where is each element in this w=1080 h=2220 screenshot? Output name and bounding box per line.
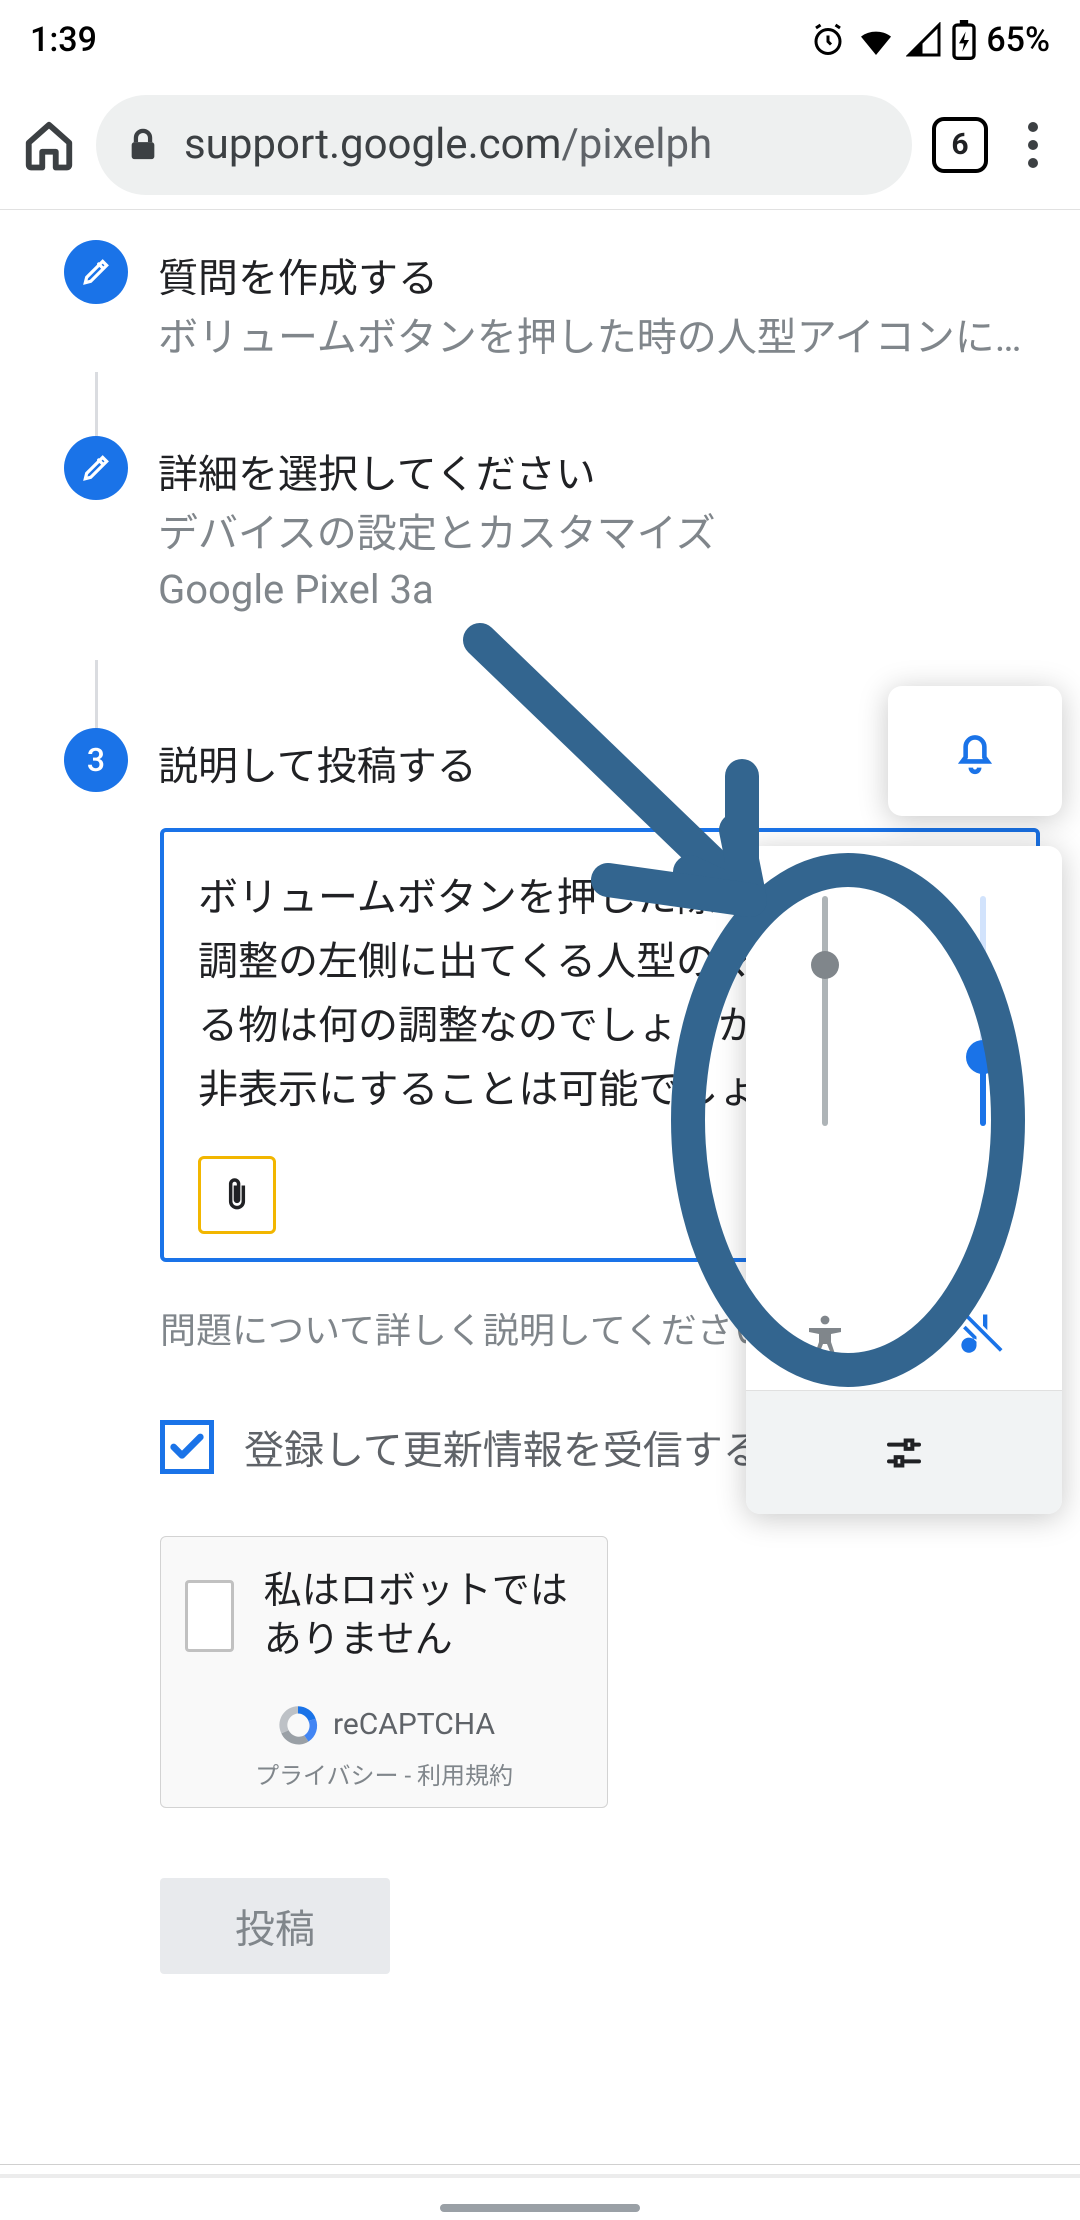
accessibility-volume-column[interactable] <box>746 866 904 1390</box>
divider <box>0 2164 1080 2165</box>
recaptcha-icon <box>273 1700 323 1750</box>
volume-settings-button[interactable] <box>746 1390 1062 1514</box>
accessibility-person-icon <box>801 1312 849 1360</box>
tab-switcher[interactable]: 6 <box>932 117 988 173</box>
recaptcha-label: 私はロボットではありません <box>264 1567 583 1666</box>
status-time: 1:39 <box>30 20 97 60</box>
recaptcha-checkbox[interactable] <box>185 1580 234 1652</box>
media-slider[interactable] <box>980 896 986 1126</box>
step-2[interactable]: 詳細を選択してください デバイスの設定とカスタマイズ Google Pixel … <box>64 436 1080 618</box>
edit-icon <box>64 436 128 500</box>
attachment-button[interactable] <box>198 1156 276 1234</box>
step-2-sub2: Google Pixel 3a <box>158 562 1040 618</box>
battery-percent: 65% <box>986 20 1050 60</box>
accessibility-slider[interactable] <box>822 896 828 1126</box>
browser-toolbar: support.google.com/pixelph 6 <box>0 80 1080 210</box>
recaptcha-links[interactable]: プライバシー - 利用規約 <box>255 1756 513 1791</box>
step-2-title: 詳細を選択してください <box>158 442 1040 500</box>
subscribe-checkbox[interactable] <box>160 1420 214 1474</box>
step-1-title: 質問を作成する <box>158 246 1040 304</box>
recaptcha-brand: reCAPTCHA <box>273 1700 495 1750</box>
status-indicators: 65% <box>810 20 1050 60</box>
alarm-icon <box>810 22 846 58</box>
tab-count: 6 <box>951 127 968 162</box>
submit-button[interactable]: 投稿 <box>160 1878 390 1974</box>
music-off-icon <box>957 1308 1009 1360</box>
overflow-menu-icon[interactable] <box>1008 122 1058 168</box>
status-bar: 1:39 65% <box>0 0 1080 80</box>
step-1-sub: ボリュームボタンを押した時の人型アイコンに… <box>158 310 1040 366</box>
wifi-icon <box>856 20 896 60</box>
check-icon <box>167 1427 207 1467</box>
recaptcha-widget: 私はロボットではありません reCAPTCHA プライバシー - 利用規約 <box>160 1536 608 1808</box>
address-bar[interactable]: support.google.com/pixelph <box>96 95 912 195</box>
home-icon[interactable] <box>22 118 76 172</box>
lock-icon <box>126 125 160 165</box>
paperclip-icon <box>218 1171 256 1219</box>
url-text: support.google.com/pixelph <box>184 120 712 169</box>
step-2-sub1: デバイスの設定とカスタマイズ <box>158 506 1040 562</box>
submit-label: 投稿 <box>235 1897 315 1955</box>
divider <box>0 2174 1080 2178</box>
media-volume-column[interactable] <box>904 866 1062 1390</box>
volume-panel[interactable] <box>746 846 1062 1514</box>
step-1[interactable]: 質問を作成する ボリュームボタンを押した時の人型アイコンに… <box>64 240 1080 366</box>
bell-icon <box>950 726 1000 776</box>
nav-handle[interactable] <box>440 2204 640 2212</box>
edit-icon <box>64 240 128 304</box>
volume-ring-popup[interactable] <box>888 686 1062 816</box>
subscribe-label: 登録して更新情報を受信する <box>244 1418 763 1476</box>
sliders-icon <box>884 1433 924 1473</box>
step-number-badge: 3 <box>64 728 128 792</box>
cellular-icon <box>906 22 942 58</box>
battery-icon <box>952 20 976 60</box>
